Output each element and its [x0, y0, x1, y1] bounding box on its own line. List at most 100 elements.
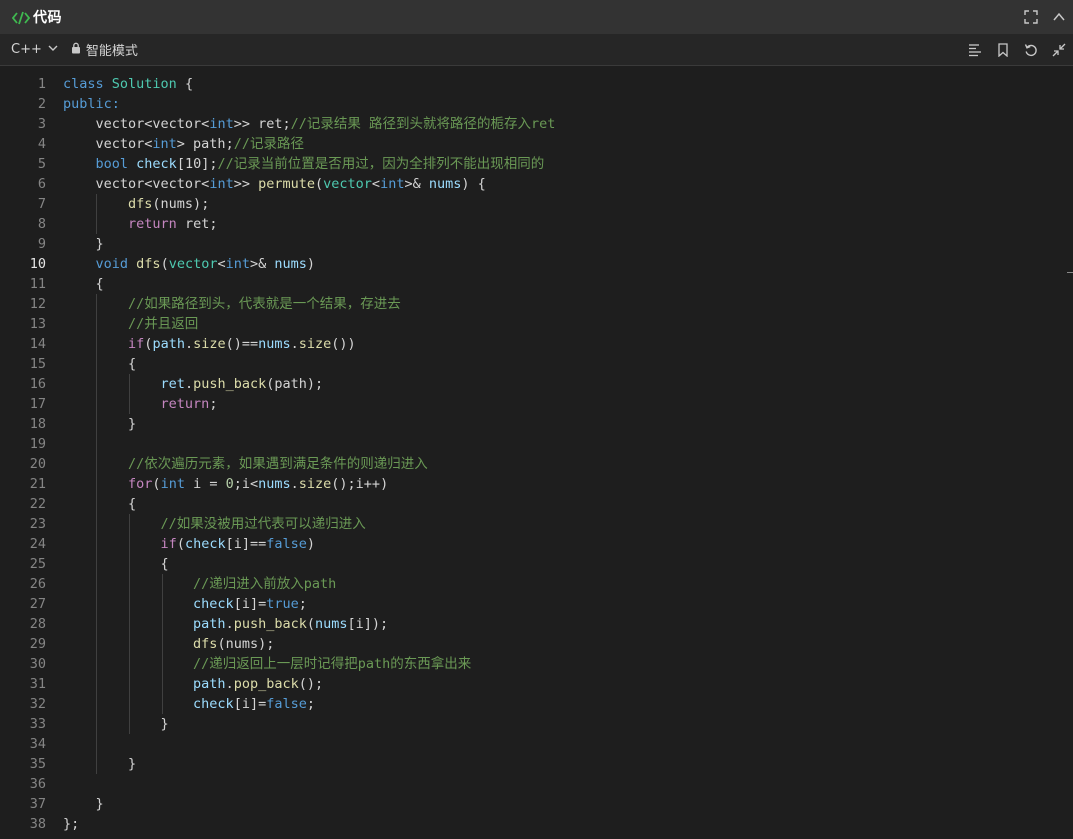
smart-mode-toggle[interactable]: 智能模式 [71, 40, 138, 59]
code-line: 21 for(int i = 0;i<nums.size();i++) [0, 474, 1073, 494]
code-token: if [128, 336, 145, 352]
line-number: 23 [29, 516, 46, 532]
line-number: 4 [37, 136, 46, 152]
code-text: //递归进入前放入path [63, 574, 336, 594]
line-number: 16 [29, 376, 46, 392]
line-number: 31 [29, 676, 46, 692]
code-line: 1 class Solution { [0, 74, 1073, 94]
title-bar: 代码 [0, 0, 1073, 34]
line-number: 9 [37, 236, 46, 252]
code-text: bool check[10];//记录当前位置是否用过，因为全排列不能出现相同的 [63, 154, 545, 174]
code-token: size [298, 336, 332, 352]
code-token: false [266, 536, 307, 552]
fullscreen-icon[interactable] [1017, 3, 1045, 31]
line-number: 26 [29, 576, 46, 592]
code-token: nums [258, 336, 291, 352]
code-line: 9 } [0, 234, 1073, 254]
line-number: 33 [29, 716, 46, 732]
format-icon[interactable] [961, 36, 989, 64]
code-token: push_back [193, 376, 267, 392]
code-text: return ret; [63, 214, 217, 234]
code-text: //如果没被用过代表可以递归进入 [63, 514, 366, 534]
code-line: 15 { [0, 354, 1073, 374]
code-line: 4 vector<int> path;//记录路径 [0, 134, 1073, 154]
bookmark-icon[interactable] [989, 36, 1017, 64]
code-line: 37 } [0, 794, 1073, 814]
code-token: false [266, 696, 307, 712]
code-text: //并且返回 [63, 314, 198, 334]
line-number: 37 [29, 796, 46, 812]
line-number: 25 [29, 556, 46, 572]
code-token: ();i++) [331, 476, 389, 492]
code-token: ( [306, 616, 315, 632]
code-token: . [290, 336, 299, 352]
code-line: 23 //如果没被用过代表可以递归进入 [0, 514, 1073, 534]
lock-icon [71, 42, 81, 58]
code-token: [i]); [347, 616, 389, 632]
minimize-icon[interactable] [1045, 36, 1073, 64]
indent-guide [162, 574, 163, 714]
code-token: for [128, 476, 153, 492]
code-line: 16 ret.push_back(path); [0, 374, 1073, 394]
code-token: [10]; [176, 156, 218, 172]
code-token: vector<vector< [63, 176, 210, 192]
line-number: 12 [29, 296, 46, 312]
panel-title: 代码 [33, 10, 62, 26]
code-token: path [193, 616, 226, 632]
code-token: //递归进入前放入path [63, 576, 337, 592]
code-token: check [193, 596, 234, 612]
code-token: //记录路径 [233, 136, 304, 152]
code-token: [i]= [233, 596, 267, 612]
line-number: 34 [29, 736, 46, 752]
indent-guide [129, 374, 130, 414]
code-text: dfs(nums); [63, 194, 209, 214]
code-token: class [63, 76, 104, 92]
code-token: push_back [233, 616, 307, 632]
line-number: 7 [37, 196, 46, 212]
code-token: [i]= [233, 696, 267, 712]
code-token: . [184, 376, 194, 392]
code-token: < [371, 176, 381, 192]
active-line-marker [1067, 272, 1073, 273]
code-token: ( [176, 536, 185, 552]
line-number: 38 [29, 816, 46, 832]
code-panel: 代码 C++ 智能模式 1 class Solution {2 public:… [0, 0, 1073, 839]
collapse-chevron-up-icon[interactable] [1045, 3, 1073, 31]
code-line: 38}; [0, 814, 1073, 834]
code-token: public: [63, 96, 120, 112]
code-token: int [160, 476, 185, 492]
code-text: { [63, 354, 136, 374]
language-select[interactable]: C++ [0, 42, 58, 57]
code-token: vector< [63, 136, 153, 152]
code-token: //如果路径到头，代表就是一个结果，存进去 [63, 296, 401, 312]
mode-label: 智能模式 [85, 44, 138, 59]
code-token: } [63, 796, 104, 812]
line-number: 18 [29, 416, 46, 432]
reset-icon[interactable] [1017, 36, 1045, 64]
code-editor[interactable]: 1 class Solution {2 public: 3 vector<vector… [0, 66, 1073, 839]
code-line: 29 dfs(nums); [0, 634, 1073, 654]
code-token: return [160, 396, 210, 412]
code-token: path [193, 676, 226, 692]
code-token: ) [306, 256, 316, 272]
code-token: pop_back [233, 676, 299, 692]
indent-guide [96, 194, 97, 234]
line-number: 36 [29, 776, 46, 792]
code-text: } [63, 794, 104, 814]
code-token: vector [168, 256, 218, 272]
code-text: //如果路径到头，代表就是一个结果，存进去 [63, 294, 401, 314]
line-number: 10 [29, 256, 46, 272]
line-number: 30 [29, 656, 46, 672]
code-line: 6 vector<vector<int>> permute(vector<int… [0, 174, 1073, 194]
line-number: 21 [29, 476, 46, 492]
code-line: 2 public: [0, 94, 1073, 114]
code-text: return; [63, 394, 218, 414]
code-text: } [63, 234, 104, 254]
code-line: 20 //依次遍历元素，如果遇到满足条件的则递归进入 [0, 454, 1073, 474]
code-token: } [63, 236, 104, 252]
code-text: vector<vector<int>> permute(vector<int>&… [63, 174, 486, 194]
line-number: 5 [37, 156, 46, 172]
